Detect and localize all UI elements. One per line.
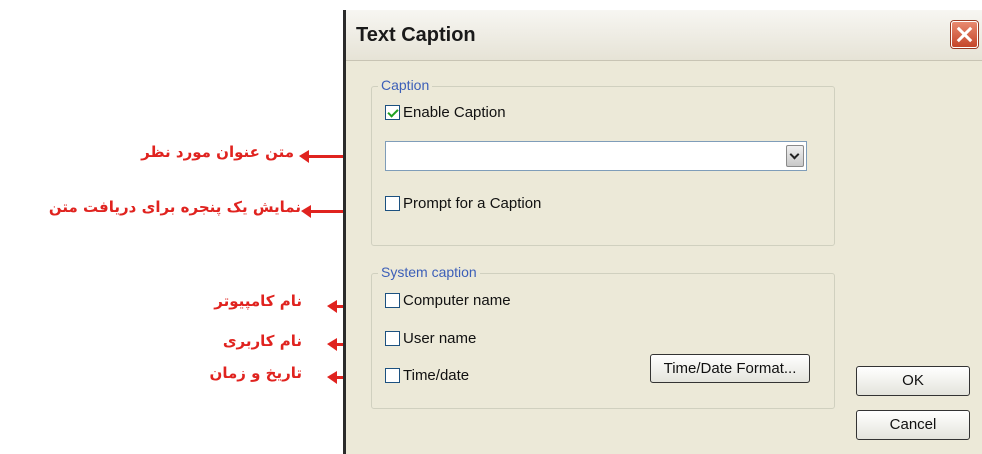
cancel-button[interactable]: Cancel xyxy=(856,410,970,440)
annotation-caption-text: متن عنوان مورد نظر xyxy=(141,143,294,161)
prompt-caption-checkbox[interactable] xyxy=(385,196,400,211)
time-date-label: Time/date xyxy=(403,367,470,384)
chevron-down-icon[interactable] xyxy=(786,145,804,167)
user-name-checkbox-row[interactable]: User name xyxy=(385,330,476,347)
user-name-checkbox[interactable] xyxy=(385,331,400,346)
annotation-date-time: تاریخ و زمان xyxy=(209,364,302,382)
annotation-user-name: نام کاربری xyxy=(222,332,302,350)
computer-name-checkbox-row[interactable]: Computer name xyxy=(385,292,511,309)
dialog-title: Text Caption xyxy=(356,24,476,46)
time-date-checkbox-row[interactable]: Time/date xyxy=(385,367,469,384)
enable-caption-checkbox-row[interactable]: Enable Caption xyxy=(385,104,506,121)
prompt-caption-checkbox-row[interactable]: Prompt for a Caption xyxy=(385,195,541,212)
time-date-checkbox[interactable] xyxy=(385,368,400,383)
caption-text-combobox[interactable] xyxy=(385,141,807,171)
annotation-computer-name: نام کامپیوتر xyxy=(214,292,302,310)
dialog-title-bar[interactable]: Text Caption xyxy=(346,10,982,61)
enable-caption-label: Enable Caption xyxy=(403,104,506,121)
annotation-prompt-window: نمایش یک پنجره برای دریافت متن xyxy=(48,198,301,216)
ok-button[interactable]: OK xyxy=(856,366,970,396)
prompt-caption-label: Prompt for a Caption xyxy=(403,195,542,212)
caption-group-label: Caption xyxy=(378,77,433,93)
computer-name-label: Computer name xyxy=(403,292,511,309)
close-icon[interactable] xyxy=(951,21,978,48)
enable-caption-checkbox[interactable] xyxy=(385,105,400,120)
user-name-label: User name xyxy=(403,330,477,347)
time-date-format-button[interactable]: Time/Date Format... xyxy=(650,354,810,383)
system-caption-group-label: System caption xyxy=(378,264,480,280)
computer-name-checkbox[interactable] xyxy=(385,293,400,308)
